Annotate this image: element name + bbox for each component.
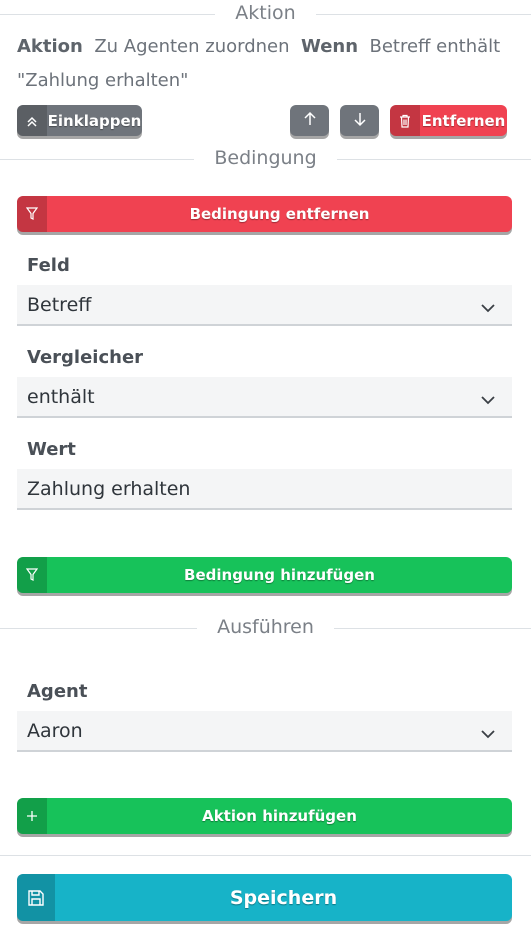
floppy-disk-icon [17,874,55,921]
plus-icon [17,798,47,834]
trash-icon [390,105,420,136]
summary-condition-text: Betreff enthält [369,36,501,57]
move-down-button[interactable] [340,105,379,136]
remove-action-button[interactable]: Entfernen [390,105,507,136]
field-select[interactable]: Betreff [17,285,512,326]
add-action-button-label: Aktion hinzufügen [202,807,357,825]
remove-condition-button-label: Bedingung entfernen [189,205,370,223]
add-condition-button-label: Bedingung hinzufügen [184,566,375,584]
section-title-ausfuehren: Ausführen [0,616,531,638]
footer-divider [0,855,531,856]
comparator-label: Vergleicher [27,347,144,368]
chevron-down-icon [480,723,496,745]
collapse-button[interactable]: Einklappen [17,105,142,136]
value-label: Wert [27,439,76,460]
arrow-up-icon [303,111,317,131]
agent-select-value: Aaron [27,719,83,742]
remove-action-button-label: Entfernen [421,111,506,130]
filter-icon [17,557,47,593]
section-title-aktion: Aktion [0,2,531,24]
value-input-text: Zahlung erhalten [27,477,191,500]
save-button-label: Speichern [229,886,338,909]
add-condition-button[interactable]: Bedingung hinzufügen [17,557,512,593]
summary-value-text: "Zahlung erhalten" [17,70,189,91]
comparator-select[interactable]: enthält [17,377,512,418]
move-up-button[interactable] [290,105,329,136]
collapse-button-label: Einklappen [47,111,142,130]
summary-action-text: Zu Agenten zuordnen [94,36,290,57]
action-summary: Aktion Zu Agenten zuordnen Wenn Betreff … [17,30,517,98]
section-title-bedingung: Bedingung [0,147,531,169]
chevrons-up-icon [17,105,47,136]
chevron-down-icon [480,297,496,319]
field-label: Feld [27,255,70,276]
chevron-down-icon [480,389,496,411]
agent-label: Agent [27,681,88,702]
remove-condition-button[interactable]: Bedingung entfernen [17,196,512,232]
field-select-value: Betreff [27,293,92,316]
arrow-down-icon [353,111,367,131]
summary-keyword-action: Aktion [17,36,83,57]
save-button[interactable]: Speichern [17,874,512,921]
comparator-select-value: enthält [27,385,95,408]
summary-keyword-when: Wenn [300,36,359,57]
value-input[interactable]: Zahlung erhalten [17,469,512,510]
agent-select[interactable]: Aaron [17,711,512,752]
filter-icon [17,196,47,232]
add-action-button[interactable]: Aktion hinzufügen [17,798,512,834]
